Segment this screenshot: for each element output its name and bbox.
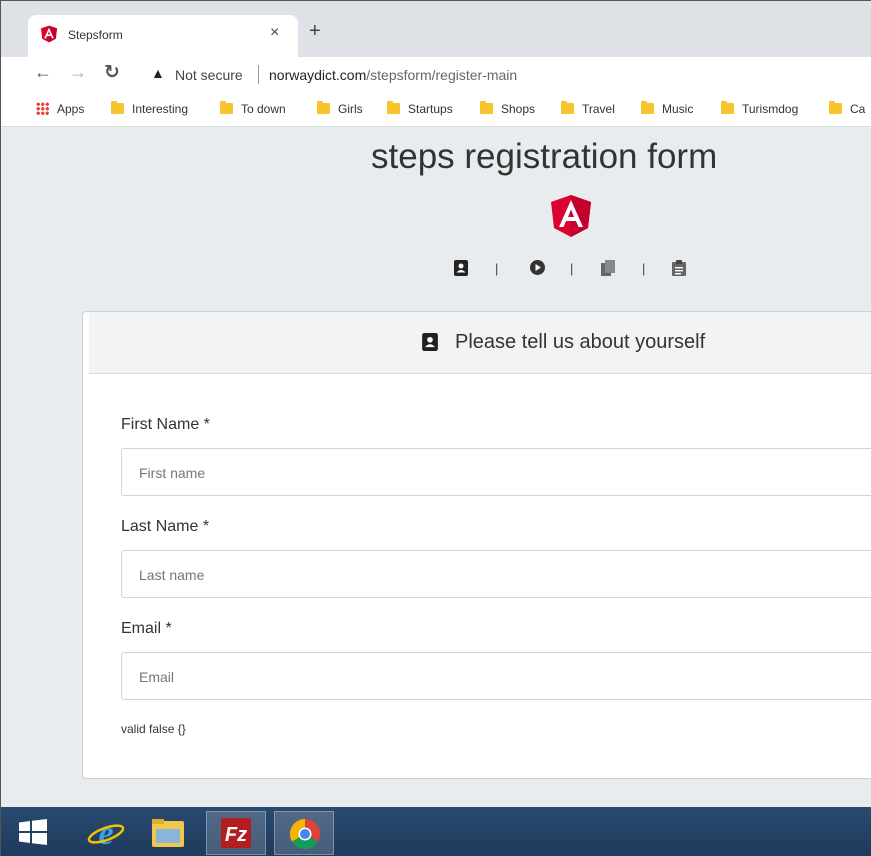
filezilla-icon: Fz: [221, 818, 251, 848]
svg-text:Fz: Fz: [225, 824, 247, 846]
first-name-input[interactable]: First name: [121, 448, 871, 496]
filezilla-taskbar-item[interactable]: Fz: [206, 811, 266, 855]
omnibox-divider: [258, 65, 259, 84]
angular-favicon-icon: [41, 25, 57, 43]
play-circle-icon[interactable]: [530, 260, 545, 275]
back-arrow-icon[interactable]: ←: [34, 62, 52, 83]
tab-title: Stepsform: [68, 28, 123, 42]
email-input[interactable]: Email: [121, 652, 871, 700]
bookmark-shops[interactable]: Shops: [480, 101, 536, 116]
folder-icon: [220, 101, 233, 114]
contact-card-icon: [422, 333, 438, 351]
angular-logo-icon: [551, 195, 591, 237]
page-title: steps registration form: [371, 137, 718, 176]
bookmark-label: Shops: [501, 102, 536, 116]
reload-icon[interactable]: ↻: [104, 61, 120, 84]
chrome-icon: [289, 819, 321, 850]
warning-triangle-icon[interactable]: ▲: [151, 65, 165, 81]
windows-start-icon[interactable]: [19, 819, 47, 845]
new-tab-button[interactable]: +: [309, 21, 321, 41]
bookmark-interesting[interactable]: Interesting: [111, 101, 189, 116]
tab-strip: Stepsform × +: [1, 1, 871, 57]
card-header-title: Please tell us about yourself: [455, 331, 706, 353]
bookmark-label: Turismdog: [742, 102, 799, 116]
step-separator: |: [642, 261, 646, 276]
folder-icon: [111, 101, 124, 114]
folder-icon: [561, 101, 574, 114]
bookmark-label: Apps: [57, 102, 85, 116]
form-card: Please tell us about yourself First Name…: [82, 311, 871, 779]
card-header: Please tell us about yourself: [89, 312, 871, 374]
bookmark-label: Ca: [850, 102, 866, 116]
bookmark-label: Music: [662, 102, 694, 116]
apps-grid-icon: [36, 102, 49, 115]
internet-explorer-icon[interactable]: e: [76, 811, 136, 855]
file-explorer-icon[interactable]: [138, 811, 198, 855]
bookmark-apps[interactable]: Apps: [36, 102, 84, 116]
form-status-text: valid false {}: [121, 722, 186, 736]
bookmark-to-down[interactable]: To down: [220, 101, 286, 116]
bookmark-music[interactable]: Music: [641, 101, 694, 116]
bookmarks-bar: Apps Interesting To down Girls Startups …: [1, 93, 871, 127]
browser-toolbar: ← → ↻ ▲ Not secure norwaydict.com/stepsf…: [1, 57, 871, 93]
clipboard-icon[interactable]: [672, 260, 686, 276]
bookmark-label: Girls: [338, 102, 363, 116]
forward-arrow-icon[interactable]: →: [69, 62, 87, 83]
last-name-label: Last Name *: [121, 518, 210, 535]
folder-icon: [387, 101, 400, 114]
bookmark-startups[interactable]: Startups: [387, 101, 453, 116]
bookmark-label: To down: [241, 102, 286, 116]
folder-icon: [641, 101, 654, 114]
screen: Stepsform × + ← → ↻ ▲ Not secure norwayd…: [0, 0, 871, 856]
url-path: /stepsform/register-main: [366, 67, 518, 83]
bookmark-label: Interesting: [132, 102, 189, 116]
page-content: steps registration form | | | Please tel…: [1, 127, 871, 807]
copy-icon[interactable]: [601, 260, 615, 276]
address-bar[interactable]: ▲ Not secure norwaydict.com/stepsform/re…: [141, 59, 871, 91]
bookmark-girls[interactable]: Girls: [317, 101, 363, 116]
bookmark-turismdog[interactable]: Turismdog: [721, 101, 799, 116]
folder-icon: [480, 101, 493, 114]
step-separator: |: [570, 261, 574, 276]
contact-card-icon[interactable]: [454, 260, 468, 276]
first-name-label: First Name *: [121, 416, 210, 433]
folder-icon: [317, 101, 330, 114]
not-secure-label[interactable]: Not secure: [175, 67, 243, 83]
chrome-taskbar-item[interactable]: [274, 811, 334, 855]
step-separator: |: [495, 261, 499, 276]
browser-tab[interactable]: Stepsform ×: [28, 15, 298, 57]
bookmark-label: Startups: [408, 102, 453, 116]
tab-close-icon[interactable]: ×: [270, 24, 279, 42]
svg-text:e: e: [98, 815, 113, 852]
last-name-input[interactable]: Last name: [121, 550, 871, 598]
folder-icon: [829, 101, 842, 114]
bookmark-travel[interactable]: Travel: [561, 101, 615, 116]
folder-icon: [721, 101, 734, 114]
email-placeholder: Email: [139, 669, 175, 685]
last-name-placeholder: Last name: [139, 567, 205, 583]
windows-taskbar: e Fz: [1, 807, 871, 856]
email-label: Email *: [121, 620, 172, 637]
bookmark-ca[interactable]: Ca: [829, 101, 866, 116]
url-domain: norwaydict.com: [269, 67, 367, 83]
first-name-placeholder: First name: [139, 465, 206, 481]
bookmark-label: Travel: [582, 102, 615, 116]
url-text[interactable]: norwaydict.com/stepsform/register-main: [269, 67, 517, 83]
